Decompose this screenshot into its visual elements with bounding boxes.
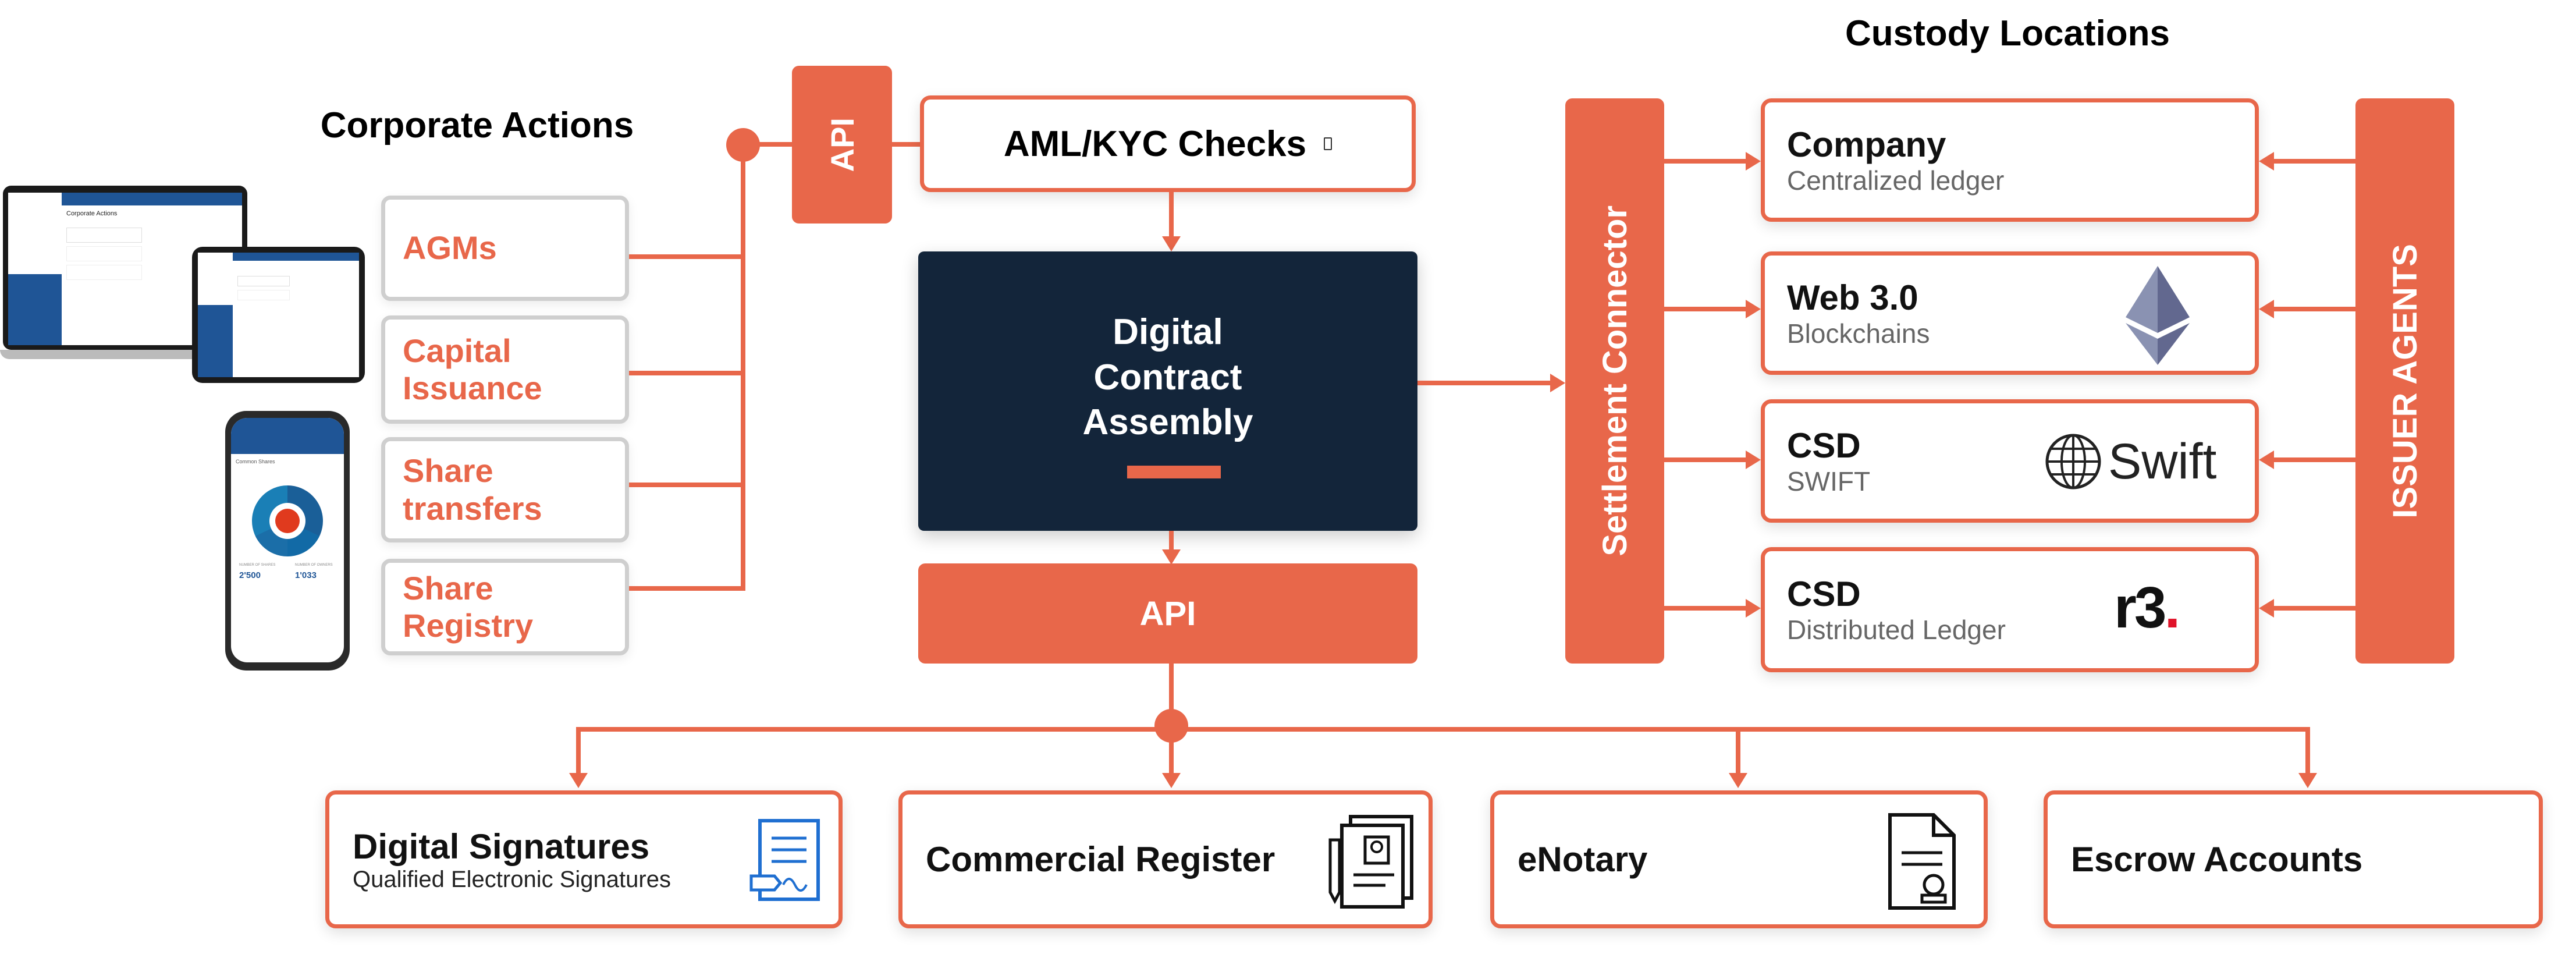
arrow-right (1550, 374, 1565, 392)
connector (576, 727, 581, 776)
service-title: Commercial Register (926, 840, 1275, 879)
connector (742, 142, 795, 147)
digital-contract-assembly[interactable]: Digital Contract Assembly (918, 251, 1417, 531)
connector (1664, 457, 1749, 462)
custody-title: CSD (1787, 574, 1861, 613)
notary-stamp-document-icon (1888, 813, 1956, 910)
service-enotary[interactable]: eNotary (1490, 790, 1988, 928)
settlement-connector[interactable]: Settlement Connector (1565, 98, 1664, 664)
phone-shares-label: NUMBER OF SHARES (239, 563, 276, 567)
connector (2272, 307, 2355, 311)
connector (2272, 159, 2355, 164)
connector (2305, 727, 2310, 776)
arrow-right (1746, 152, 1761, 171)
phone-shares-stat: 2'500 (239, 570, 261, 580)
settlement-connector-label: Settlement Connector (1596, 205, 1634, 556)
connector (2272, 606, 2355, 611)
core-accent-bar (1127, 466, 1221, 478)
service-subtitle: Qualified Electronic Signatures (353, 866, 671, 892)
api-top-block[interactable]: API (792, 66, 892, 224)
arrow-down (1162, 236, 1181, 251)
connector (892, 142, 921, 147)
aml-kyc-box[interactable]: AML/KYC Checks (920, 95, 1416, 192)
passport-icon (1324, 137, 1333, 150)
signature-document-icon (749, 819, 820, 901)
service-digital-signatures[interactable]: Digital Signatures Qualified Electronic … (325, 790, 843, 928)
connector (629, 254, 745, 259)
api-top-label: API (823, 117, 861, 172)
connector (629, 586, 745, 591)
connector (1417, 381, 1551, 385)
connector (741, 144, 745, 591)
service-title: Escrow Accounts (2071, 840, 2363, 879)
phone-dropdown: Common Shares (236, 459, 275, 464)
custody-subtitle: Distributed Ledger (1787, 615, 2006, 645)
custody-title: Company (1787, 125, 1946, 164)
connector (1664, 159, 1749, 164)
connector (1736, 727, 1740, 776)
connector (2272, 457, 2355, 462)
ethereum-logo (2126, 266, 2190, 365)
connector (629, 371, 745, 375)
connector (1664, 307, 1749, 311)
service-commercial-register[interactable]: Commercial Register (898, 790, 1433, 928)
custody-csd-swift[interactable]: CSD SWIFT Swift (1761, 399, 2259, 523)
connector (1664, 606, 1749, 611)
service-title: Digital Signatures (353, 827, 650, 866)
phone-mockup: Common Shares NUMBER OF SHARES NUMBER OF… (225, 411, 350, 671)
swift-logo-text: Swift (2108, 433, 2217, 490)
custody-locations-title: Custody Locations (1845, 13, 2170, 54)
core-title: Digital Contract Assembly (1082, 312, 1253, 442)
issuer-agents-label: ISSUER AGENTS (2386, 243, 2424, 519)
service-title: eNotary (1518, 840, 1648, 879)
custody-company[interactable]: Company Centralized ledger (1761, 98, 2259, 222)
tablet-mockup (192, 247, 365, 383)
arrow-down (569, 773, 588, 788)
action-share-transfers[interactable]: Share transfers (381, 437, 629, 542)
connector (629, 483, 745, 487)
arrow-down (1162, 549, 1181, 565)
aml-kyc-label: AML/KYC Checks (1003, 123, 1307, 164)
arrow-down (1162, 773, 1181, 788)
connector (1169, 192, 1174, 239)
action-capital-issuance[interactable]: Capital Issuance (381, 315, 629, 424)
service-escrow-accounts[interactable]: Escrow Accounts (2044, 790, 2543, 928)
connector (1169, 727, 1174, 776)
api-bottom-block[interactable]: API (918, 563, 1417, 664)
swift-logo: Swift (2044, 432, 2216, 491)
arrow-down (2298, 773, 2317, 788)
corporate-actions-title: Corporate Actions (320, 105, 634, 146)
custody-web3[interactable]: Web 3.0 Blockchains (1761, 251, 2259, 375)
custody-subtitle: Centralized ledger (1787, 165, 2005, 196)
issuer-agents[interactable]: ISSUER AGENTS (2355, 98, 2454, 664)
arrow-right (1746, 599, 1761, 618)
register-document-icon (1328, 815, 1413, 909)
r3-logo: r3. (2114, 575, 2180, 640)
phone-owners-label: NUMBER OF OWNERS (295, 563, 333, 567)
custody-csd-dlt[interactable]: CSD Distributed Ledger r3. (1761, 547, 2259, 672)
laptop-screen-title: Corporate Actions (66, 210, 118, 217)
phone-owners-stat: 1'033 (295, 570, 317, 580)
action-share-registry[interactable]: Share Registry (381, 559, 629, 655)
connector (576, 727, 2310, 732)
arrow-right (1746, 451, 1761, 469)
action-agms[interactable]: AGMs (381, 196, 629, 301)
arrow-down (1729, 773, 1747, 788)
arrow-right (1746, 300, 1761, 318)
